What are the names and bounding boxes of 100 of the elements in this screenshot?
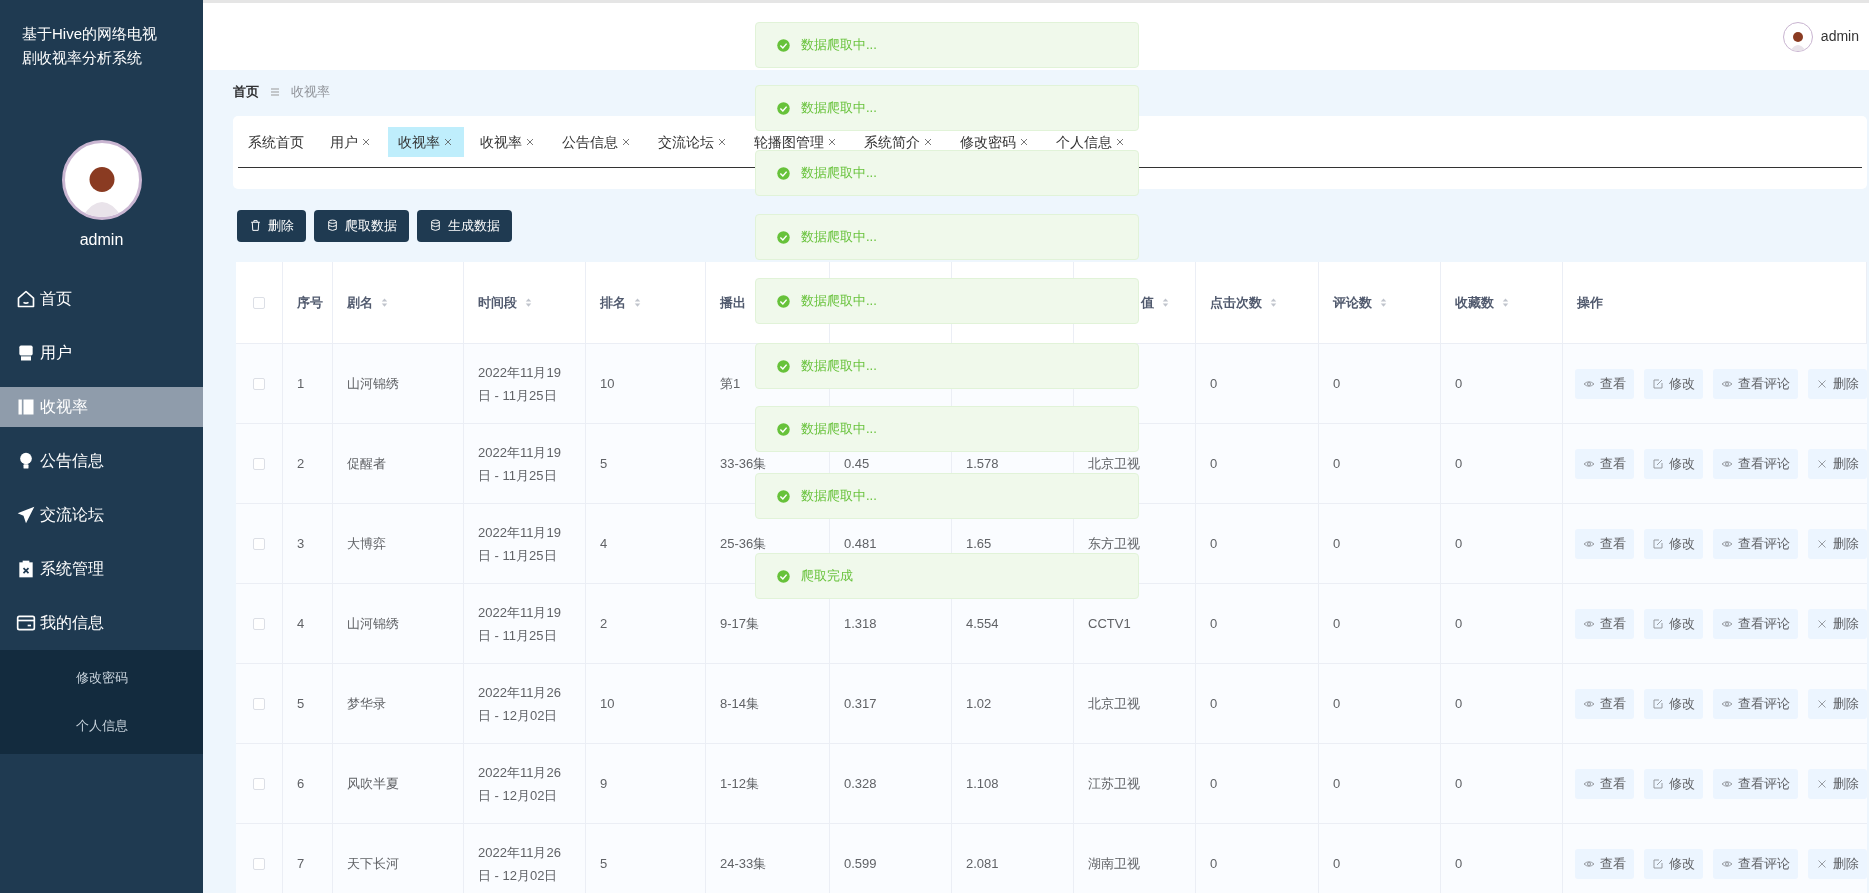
table-cell-text: 0 [1210, 535, 1218, 553]
table-cell-text: 0.599 [844, 855, 877, 873]
table-cell-text: 山河锦绣 [347, 615, 399, 633]
tab[interactable]: 系统简介 [854, 127, 944, 157]
table-cell-text: 促醒者 [347, 455, 386, 473]
close-icon [1816, 697, 1828, 710]
tab[interactable]: 系统首页 [238, 127, 314, 157]
tab[interactable]: 收视率 [388, 127, 464, 157]
edit-icon [1652, 697, 1664, 710]
tab[interactable]: 轮播图管理 [744, 127, 848, 157]
app-title: 基于Hive的网络电视剧收视率分析系统 [21, 24, 158, 68]
checkbox[interactable] [253, 377, 265, 390]
tab[interactable]: 公告信息 [552, 127, 642, 157]
table-cell-text: 33-36集 [720, 455, 767, 473]
menu-item[interactable]: 公告信息 [0, 441, 203, 481]
edit-button[interactable]: 修改 [1644, 608, 1703, 639]
check-circle-icon [776, 100, 791, 116]
view-button[interactable]: 查看评论 [1713, 688, 1798, 719]
edit-button[interactable]: 修改 [1644, 848, 1703, 879]
view-button[interactable]: 查看评论 [1713, 368, 1798, 399]
column-header[interactable]: 评论数 [1333, 292, 1372, 313]
checkbox[interactable] [253, 617, 265, 630]
table-cell-text: 0 [1210, 455, 1218, 473]
table-cell-text: 2022年11月19日 - 11月25日 [478, 603, 562, 645]
delete-button[interactable]: 删除 [1808, 848, 1867, 879]
checkbox[interactable] [253, 857, 265, 870]
table-cell-text: 0 [1210, 375, 1218, 393]
checkbox[interactable] [253, 697, 265, 710]
table-cell-text: 2022年11月26日 - 12月02日 [478, 683, 562, 725]
close-icon [360, 136, 372, 148]
view-button[interactable]: 查看评论 [1713, 448, 1798, 479]
table-cell-text: 0 [1455, 615, 1463, 633]
view-button[interactable]: 查看评论 [1713, 608, 1798, 639]
delete-button[interactable]: 删除 [1808, 768, 1867, 799]
view-button[interactable]: 查看 [1575, 848, 1634, 879]
tab[interactable]: 收视率 [470, 127, 546, 157]
close-icon [1816, 857, 1828, 870]
edit-button[interactable]: 修改 [1644, 768, 1703, 799]
menu-item[interactable]: 系统管理 [0, 549, 203, 589]
table-cell-text: 0 [1333, 535, 1341, 553]
sort-icon [379, 297, 390, 308]
toast-text: 数据爬取中... [801, 487, 877, 506]
menu-item[interactable]: 我的信息 [0, 603, 203, 643]
delete-button[interactable]: 删除 [1808, 368, 1867, 399]
user-name[interactable]: admin [1820, 26, 1859, 47]
tab[interactable]: 用户 [320, 127, 382, 157]
column-header[interactable]: 收藏数 [1455, 292, 1494, 313]
table-cell-text: 1.65 [966, 535, 992, 553]
table-cell-text: 0.328 [844, 775, 877, 793]
checkbox[interactable] [253, 296, 265, 309]
edit-button[interactable]: 修改 [1644, 368, 1703, 399]
column-header[interactable]: 排名 [600, 292, 626, 313]
checkbox[interactable] [253, 457, 265, 470]
menu-item[interactable]: 交流论坛 [0, 495, 203, 535]
column-header[interactable]: 值 [1141, 292, 1154, 313]
edit-button[interactable]: 修改 [1644, 528, 1703, 559]
menu-item[interactable]: 首页 [0, 279, 203, 319]
view-button[interactable]: 查看 [1575, 448, 1634, 479]
delete-button[interactable]: 删除 [1808, 688, 1867, 719]
view-button[interactable]: 查看 [1575, 688, 1634, 719]
view-button[interactable]: 查看 [1575, 768, 1634, 799]
close-icon [524, 136, 536, 148]
table-cell-text: 2 [297, 455, 305, 473]
database-icon [429, 219, 442, 232]
avatar[interactable] [1782, 21, 1813, 52]
edit-button[interactable]: 修改 [1644, 688, 1703, 719]
view-button[interactable]: 查看评论 [1713, 848, 1798, 879]
table-cell-text: 0 [1210, 855, 1218, 873]
table-cell-text: 2022年11月19日 - 11月25日 [478, 523, 562, 565]
toast-text: 数据爬取中... [801, 99, 877, 118]
view-button[interactable]: 查看评论 [1713, 528, 1798, 559]
edit-button[interactable]: 修改 [1644, 448, 1703, 479]
delete-button[interactable]: 删除 [1808, 608, 1867, 639]
column-header[interactable]: 时间段 [478, 292, 517, 313]
table-cell-text: 5 [297, 695, 305, 713]
submenu-item[interactable]: 修改密码 [0, 654, 203, 702]
tab[interactable]: 修改密码 [950, 127, 1040, 157]
table-cell-text: 0 [1455, 535, 1463, 553]
view-button[interactable]: 查看 [1575, 368, 1634, 399]
table-cell-text: 1.02 [966, 695, 992, 713]
view-button[interactable]: 查看评论 [1713, 768, 1798, 799]
table-cell-text: 0.317 [844, 695, 877, 713]
delete-button[interactable]: 删除 [1808, 448, 1867, 479]
checkbox[interactable] [253, 537, 265, 550]
sort-icon [1268, 297, 1279, 308]
tab[interactable]: 交流论坛 [648, 127, 738, 157]
column-header[interactable]: 点击次数 [1210, 292, 1262, 313]
column-header: 播出 [720, 293, 746, 312]
view-button[interactable]: 查看 [1575, 608, 1634, 639]
checkbox[interactable] [253, 777, 265, 790]
delete-button[interactable]: 删除 [237, 209, 306, 242]
submenu-item[interactable]: 个人信息 [0, 702, 203, 750]
data-button[interactable]: 生成数据 [417, 209, 512, 242]
column-header[interactable]: 剧名 [347, 292, 373, 313]
data-button[interactable]: 爬取数据 [314, 209, 409, 242]
breadcrumb-item[interactable]: 首页 [233, 82, 259, 102]
tab[interactable]: 个人信息 [1046, 127, 1136, 157]
menu-item[interactable]: 用户 [0, 333, 203, 373]
delete-button[interactable]: 删除 [1808, 528, 1867, 559]
view-button[interactable]: 查看 [1575, 528, 1634, 559]
